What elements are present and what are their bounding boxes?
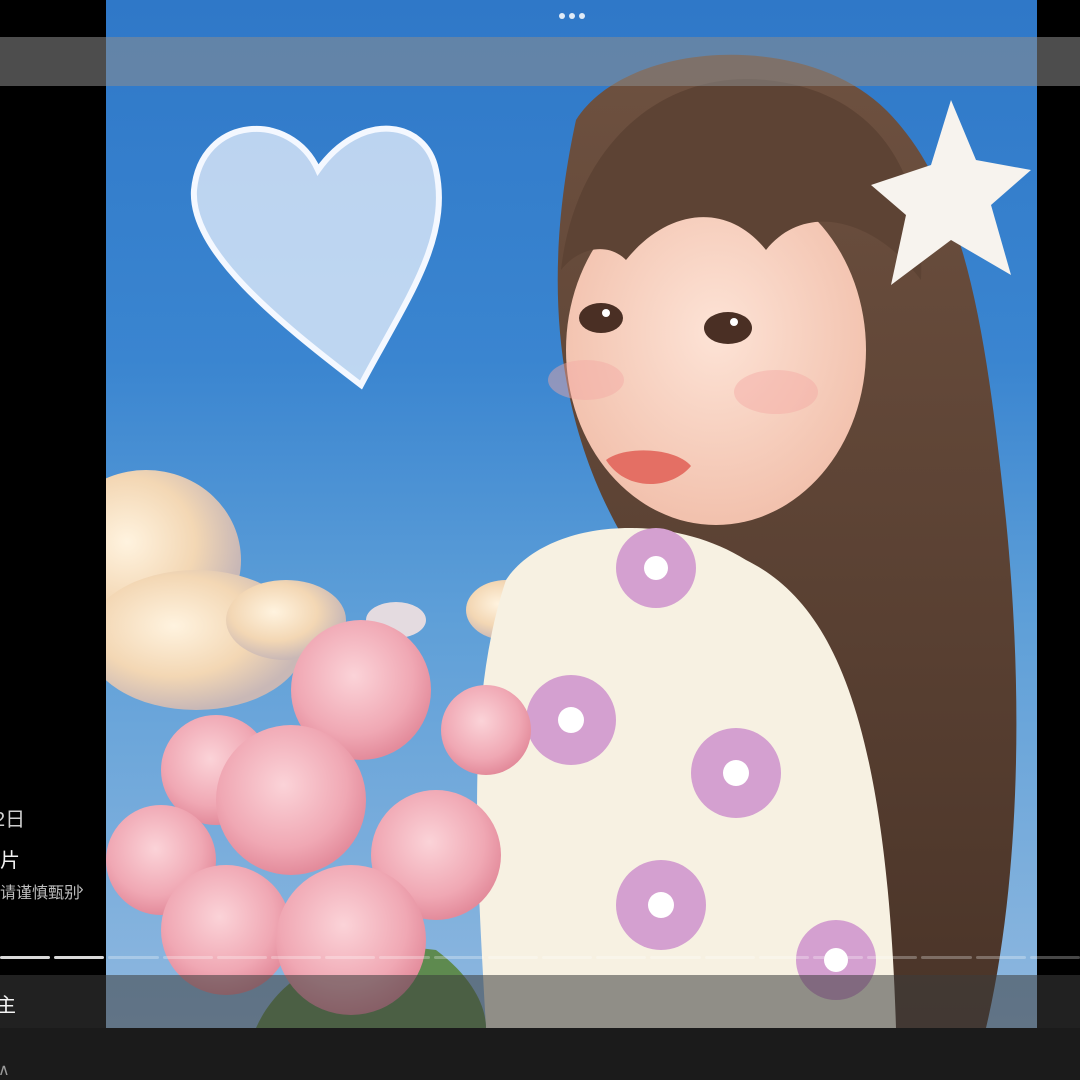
caption-bar: 主 (0, 975, 1080, 1028)
story-progress (0, 956, 1080, 960)
progress-segment (975, 956, 1026, 959)
progress-segment (704, 956, 755, 959)
artwork-image[interactable] (106, 0, 1037, 1028)
progress-segment (325, 956, 376, 959)
top-overlay-band (0, 37, 1080, 86)
progress-segment (596, 956, 647, 959)
progress-segment (0, 956, 51, 959)
progress-segment (216, 956, 268, 959)
post-info-panel: 2日 片 请谨慎甄别 › (0, 0, 106, 1080)
progress-segment (487, 956, 539, 959)
more-dots-icon[interactable] (556, 10, 588, 22)
progress-segment (867, 956, 918, 959)
progress-segment (813, 956, 864, 959)
progress-segment (650, 956, 701, 959)
progress-segment (108, 956, 159, 959)
bottom-input-bar[interactable] (0, 1028, 1080, 1080)
progress-segment (162, 956, 213, 959)
progress-segment (271, 956, 322, 959)
post-type-label: 片 (0, 850, 20, 872)
progress-segment (542, 956, 593, 959)
caption-text: 主 (0, 995, 16, 1017)
content-notice-link[interactable]: 请谨慎甄别 (0, 879, 80, 903)
progress-segment (54, 956, 105, 959)
progress-segment (433, 956, 484, 959)
chevron-up-icon[interactable]: ∧ (0, 1060, 10, 1080)
chevron-right-icon[interactable]: › (78, 879, 84, 899)
progress-segment (921, 956, 972, 959)
heart-cloud (190, 125, 442, 390)
progress-segment (1029, 956, 1080, 959)
progress-segment (758, 956, 810, 959)
post-date: 2日 (0, 809, 26, 831)
story-viewer: 2日 片 请谨慎甄别 › (0, 0, 1080, 1080)
progress-segment (379, 956, 430, 959)
